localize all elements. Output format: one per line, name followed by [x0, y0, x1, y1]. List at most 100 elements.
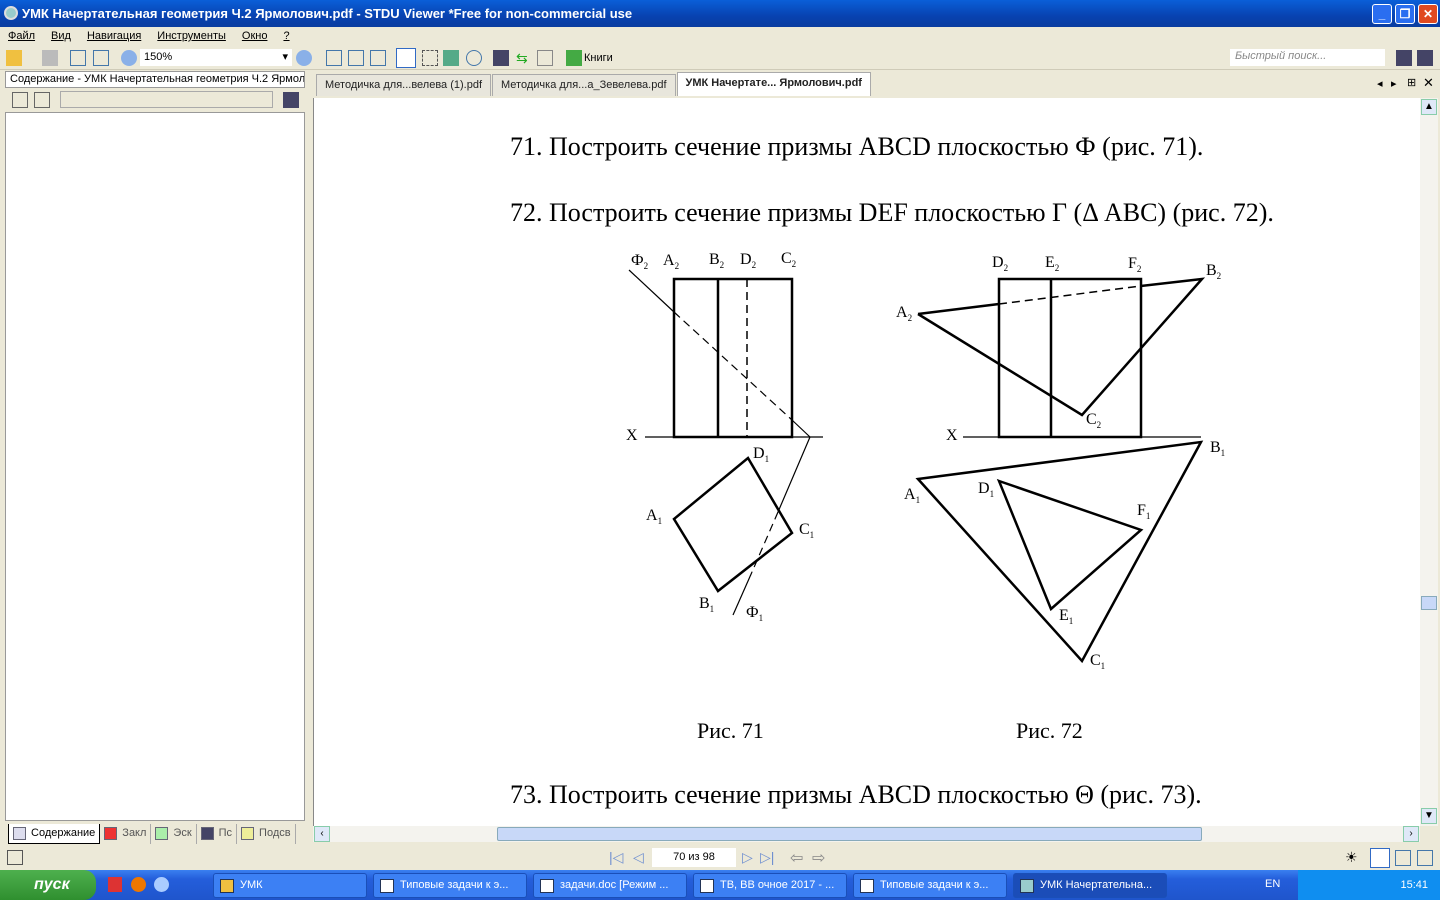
- label-a1: A1: [646, 507, 663, 527]
- fit-page-icon[interactable]: [326, 50, 342, 66]
- two-page-icon[interactable]: [1395, 850, 1411, 866]
- close-button[interactable]: ✕: [1418, 4, 1438, 24]
- quicklaunch-save-icon[interactable]: [108, 877, 122, 892]
- tab-thumbnails[interactable]: Эск: [151, 824, 197, 844]
- quick-search-input[interactable]: Быстрый поиск...: [1230, 49, 1385, 66]
- copy-icon[interactable]: [537, 50, 553, 66]
- tab-doc-3[interactable]: УМК Начертате... Ярмолович.pdf: [676, 72, 871, 96]
- tab-bookmarks[interactable]: Закл: [100, 824, 152, 844]
- firefox-icon[interactable]: [131, 877, 146, 892]
- restore-button[interactable]: ❐: [1395, 4, 1415, 24]
- forward-icon[interactable]: ⇨: [812, 848, 825, 868]
- swap-icon[interactable]: ⇆: [516, 50, 532, 66]
- document-page[interactable]: 71. Построить сечение призмы ABCD плоско…: [313, 98, 1420, 826]
- scroll-down-icon[interactable]: ▼: [1421, 808, 1437, 824]
- contents-search-input[interactable]: [60, 91, 273, 108]
- text-select-icon[interactable]: [422, 50, 438, 66]
- books-icon[interactable]: [566, 50, 582, 66]
- next-page-icon[interactable]: ▷: [742, 849, 753, 866]
- vertical-scroll-thumb[interactable]: [1421, 596, 1437, 610]
- back-icon[interactable]: ⇦: [790, 848, 803, 868]
- label-f2: Ф2: [631, 252, 649, 272]
- close-tab-icon[interactable]: ✕: [1423, 75, 1434, 91]
- label-e1: E1: [1059, 607, 1074, 627]
- task-stdu-viewer[interactable]: УМК Начертательна...: [1013, 873, 1167, 898]
- tab-search[interactable]: Пс: [197, 824, 238, 844]
- page-number-input[interactable]: 70 из 98: [652, 848, 736, 867]
- task-word-1[interactable]: Типовые задачи к э...: [373, 873, 527, 898]
- expand-icon[interactable]: [12, 92, 28, 108]
- first-page-icon[interactable]: |◁: [609, 849, 623, 866]
- label-b1: B1: [699, 595, 715, 615]
- prev-doc-icon[interactable]: [70, 50, 86, 66]
- scroll-up-icon[interactable]: ▲: [1421, 99, 1437, 115]
- label-b2: B2: [1206, 262, 1222, 282]
- fit-height-icon[interactable]: [370, 50, 386, 66]
- fit-width-icon[interactable]: [348, 50, 364, 66]
- label-x: X: [946, 427, 958, 444]
- next-doc-icon[interactable]: [93, 50, 109, 66]
- menu-help[interactable]: ?: [283, 30, 289, 42]
- window-title: УМК Начертательная геометрия Ч.2 Ярмолов…: [22, 6, 633, 21]
- continuous-icon[interactable]: [1417, 850, 1433, 866]
- menu-view[interactable]: Вид: [51, 30, 71, 42]
- books-button[interactable]: Книги: [584, 52, 613, 64]
- search-prev-icon[interactable]: [1396, 50, 1412, 66]
- horizontal-scroll-thumb[interactable]: [497, 827, 1202, 841]
- tab-scroll-right-icon[interactable]: ▸: [1391, 77, 1397, 90]
- zoom-area-icon[interactable]: [466, 50, 482, 66]
- image-select-icon[interactable]: [443, 50, 459, 66]
- vertical-scrollbar[interactable]: ▲ ▼: [1420, 98, 1438, 826]
- start-button[interactable]: пуск: [0, 870, 96, 900]
- task-word-4[interactable]: Типовые задачи к э...: [853, 873, 1007, 898]
- label-d1: D1: [978, 480, 995, 500]
- prev-page-icon[interactable]: ◁: [633, 849, 644, 866]
- task-word-2[interactable]: задачи.doc [Режим ...: [533, 873, 687, 898]
- find-icon[interactable]: [493, 50, 509, 66]
- menu-navigation[interactable]: Навигация: [87, 30, 141, 42]
- last-page-icon[interactable]: ▷|: [760, 849, 774, 866]
- menu-tools[interactable]: Инструменты: [157, 30, 226, 42]
- contents-find-icon[interactable]: [283, 92, 299, 108]
- scroll-right-icon[interactable]: ›: [1403, 826, 1419, 842]
- collapse-icon[interactable]: [34, 92, 50, 108]
- label-a1: A1: [904, 486, 921, 506]
- tab-highlights[interactable]: Подсв: [237, 824, 296, 844]
- tab-doc-1[interactable]: Методичка для...велева (1).pdf: [316, 74, 492, 96]
- minimize-button[interactable]: _: [1372, 4, 1392, 24]
- chevron-down-icon: ▾: [282, 51, 288, 63]
- horizontal-scrollbar[interactable]: ‹ ›: [313, 826, 1420, 842]
- zoom-select[interactable]: 150% ▾: [140, 49, 292, 66]
- zoom-in-icon[interactable]: [296, 50, 312, 66]
- tab-list-icon[interactable]: ⊞: [1407, 76, 1416, 89]
- language-indicator[interactable]: EN: [1265, 878, 1280, 890]
- contents-tree[interactable]: [5, 112, 305, 821]
- brightness-icon[interactable]: ☀: [1345, 849, 1358, 866]
- browser-icon[interactable]: [154, 877, 169, 892]
- label-b2: B2: [709, 251, 725, 271]
- search-next-icon[interactable]: [1417, 50, 1433, 66]
- hand-tool-icon[interactable]: [396, 48, 416, 68]
- tab-doc-2[interactable]: Методичка для...а_Зевелева.pdf: [492, 74, 676, 96]
- caption-71: Рис. 71: [697, 718, 764, 743]
- open-icon[interactable]: [6, 50, 22, 66]
- left-panel-title: Содержание - УМК Начертательная геометри…: [5, 71, 305, 88]
- menu-file[interactable]: Файл: [8, 30, 35, 42]
- tab-scroll-left-icon[interactable]: ◂: [1377, 77, 1383, 90]
- menu-window[interactable]: Окно: [242, 30, 268, 42]
- scroll-left-icon[interactable]: ‹: [314, 826, 330, 842]
- print-icon[interactable]: [42, 50, 58, 66]
- toggle-panel-icon[interactable]: [7, 850, 23, 865]
- label-b1: B1: [1210, 439, 1226, 459]
- tab-contents[interactable]: Содержание: [8, 824, 101, 844]
- task-umk-folder[interactable]: УМК: [213, 873, 367, 898]
- single-page-icon[interactable]: [1370, 848, 1390, 868]
- app-icon: [4, 6, 18, 20]
- zoom-value: 150%: [144, 51, 173, 63]
- label-c1: C1: [799, 521, 815, 541]
- task-72: 72. Построить сечение призмы DEF плоскос…: [510, 198, 1274, 227]
- label-f1: Ф1: [746, 604, 764, 624]
- zoom-out-icon[interactable]: [121, 50, 137, 66]
- task-word-3[interactable]: ТВ, ВВ очное 2017 - ...: [693, 873, 847, 898]
- label-e2: E2: [1045, 254, 1060, 274]
